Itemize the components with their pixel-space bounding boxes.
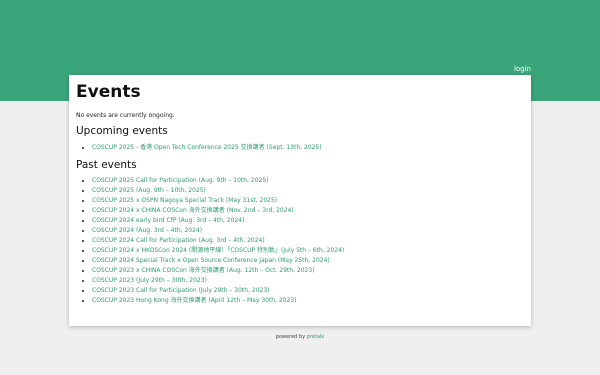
- list-item: COSCUP 2024 early bird CfP (Aug. 3rd – 4…: [92, 216, 524, 226]
- past-event-link[interactable]: COSCUP 2024 Call for Participation (Aug.…: [92, 237, 265, 244]
- past-event-link[interactable]: COSCUP 2023 (July 29th – 30th, 2023): [92, 277, 207, 284]
- past-event-link[interactable]: COSCUP 2024 x HKOSCon 2024 (開源地平線）「COSCU…: [92, 247, 344, 254]
- list-item: COSCUP 2025 Call for Participation (Aug.…: [92, 176, 524, 186]
- list-item: COSCUP 2025 x OSPN Nagoya Special Track …: [92, 196, 524, 206]
- list-item: COSCUP 2024 (Aug. 3rd – 4th, 2024): [92, 226, 524, 236]
- upcoming-events-list: COSCUP 2025 - 香港 Open Tech Conference 20…: [76, 143, 524, 153]
- list-item: COSCUP 2024 x CHINA COSCon 海外交換講者 (Nov. …: [92, 206, 524, 216]
- past-event-link[interactable]: COSCUP 2025 (Aug. 9th – 10th, 2025): [92, 187, 206, 194]
- list-item: COSCUP 2024 x HKOSCon 2024 (開源地平線）「COSCU…: [92, 246, 524, 256]
- past-event-link[interactable]: COSCUP 2024 Special Track x Open Source …: [92, 257, 330, 264]
- list-item: COSCUP 2023 (July 29th – 30th, 2023): [92, 276, 524, 286]
- past-event-link[interactable]: COSCUP 2023 Call for Participation (July…: [92, 287, 270, 294]
- pretalx-link[interactable]: pretalx: [307, 334, 325, 340]
- past-event-link[interactable]: COSCUP 2023 x CHINA COSCon 海外交換講者 (Aug. …: [92, 267, 315, 274]
- past-event-link[interactable]: COSCUP 2024 (Aug. 3rd – 4th, 2024): [92, 227, 202, 234]
- past-event-link[interactable]: COSCUP 2025 x OSPN Nagoya Special Track …: [92, 197, 277, 204]
- page-title: Events: [76, 82, 141, 102]
- footer-prefix: powered by: [275, 334, 307, 340]
- upcoming-event-link[interactable]: COSCUP 2025 - 香港 Open Tech Conference 20…: [92, 144, 322, 151]
- login-link[interactable]: login: [514, 65, 531, 73]
- upcoming-events-heading: Upcoming events: [76, 125, 168, 137]
- list-item: COSCUP 2025 (Aug. 9th – 10th, 2025): [92, 186, 524, 196]
- list-item: COSCUP 2023 x CHINA COSCon 海外交換講者 (Aug. …: [92, 266, 524, 276]
- past-events-list: COSCUP 2025 Call for Participation (Aug.…: [76, 176, 524, 306]
- list-item: COSCUP 2025 - 香港 Open Tech Conference 20…: [92, 143, 524, 153]
- past-event-link[interactable]: COSCUP 2023 Hong Kong 海外交換講者 (April 12th…: [92, 297, 297, 304]
- ongoing-status-text: No events are currently ongoing.: [76, 112, 175, 119]
- events-card: Events No events are currently ongoing. …: [69, 75, 531, 326]
- past-event-link[interactable]: COSCUP 2025 Call for Participation (Aug.…: [92, 177, 269, 184]
- past-event-link[interactable]: COSCUP 2024 early bird CfP (Aug. 3rd – 4…: [92, 217, 244, 224]
- list-item: COSCUP 2023 Call for Participation (July…: [92, 286, 524, 296]
- footer: powered by pretalx: [0, 334, 600, 340]
- past-events-heading: Past events: [76, 159, 137, 171]
- list-item: COSCUP 2024 Special Track x Open Source …: [92, 256, 524, 266]
- list-item: COSCUP 2023 Hong Kong 海外交換講者 (April 12th…: [92, 296, 524, 306]
- past-event-link[interactable]: COSCUP 2024 x CHINA COSCon 海外交換講者 (Nov. …: [92, 207, 294, 214]
- list-item: COSCUP 2024 Call for Participation (Aug.…: [92, 236, 524, 246]
